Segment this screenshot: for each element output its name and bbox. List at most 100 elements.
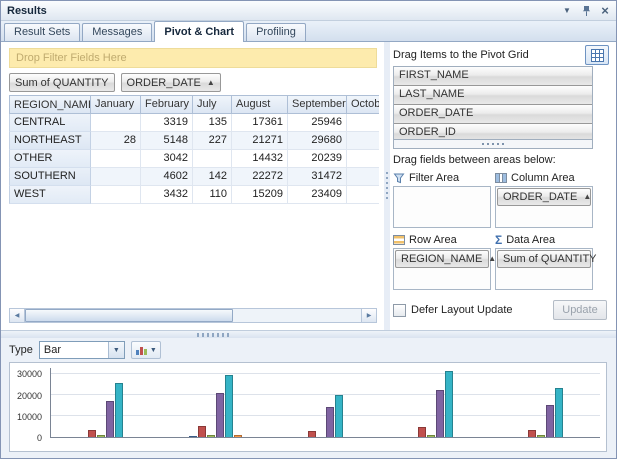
cell (347, 168, 379, 186)
tab-profiling[interactable]: Profiling (246, 23, 306, 41)
chart-type-value: Bar (40, 342, 108, 358)
close-button[interactable]: × (597, 3, 613, 18)
field-item-last-name[interactable]: LAST_NAME (394, 86, 592, 105)
bar-group-central (79, 368, 132, 437)
pivot-grid-area: Drop Filter Fields Here Sum of QUANTITY … (1, 42, 384, 330)
cell (91, 114, 141, 132)
tab-messages[interactable]: Messages (82, 23, 152, 41)
funnel-icon (393, 172, 405, 184)
mini-bar-chart-icon (135, 344, 148, 356)
row-field-header[interactable]: REGION_NAME ▲ (9, 95, 91, 114)
close-icon: × (601, 3, 609, 18)
bar-september-other (335, 395, 343, 437)
cell: 14432 (232, 150, 288, 168)
column-header-january[interactable]: January (91, 95, 141, 114)
column-header-october[interactable]: October (347, 95, 379, 114)
cell (91, 150, 141, 168)
data-area-field[interactable]: Sum of QUANTITY (497, 250, 591, 268)
sort-asc-icon: ▲ (207, 79, 215, 87)
tab-result-sets[interactable]: Result Sets (4, 23, 80, 41)
scrollbar-thumb[interactable] (25, 309, 233, 322)
bar-group-west (519, 368, 572, 437)
field-item-order-date[interactable]: ORDER_DATE (394, 105, 592, 124)
combo-arrow-button[interactable]: ▼ (108, 342, 124, 358)
splitter-grip-icon (386, 172, 388, 200)
sigma-icon: Σ (495, 234, 502, 246)
scroll-left-button[interactable]: ◀ (10, 309, 25, 322)
field-list-resize-handle[interactable] (393, 140, 593, 149)
column-header-august[interactable]: August (232, 95, 288, 114)
cell: 21271 (232, 132, 288, 150)
update-button[interactable]: Update (553, 300, 607, 320)
row-area-box[interactable]: REGION_NAME ▲ (393, 248, 491, 290)
column-field-button[interactable]: ORDER_DATE ▲ (121, 73, 221, 92)
bar-july-southern (427, 435, 435, 437)
bar-september-northeast (225, 375, 233, 437)
title-bar: Results ▼ × (1, 1, 616, 21)
bar-chart: 0100002000030000 (9, 362, 607, 452)
cell (347, 114, 379, 132)
column-area-box[interactable]: ORDER_DATE ▲ (495, 186, 593, 228)
horizontal-scrollbar[interactable]: ◀ ▶ (9, 308, 377, 323)
cell (347, 132, 379, 150)
chevron-down-icon: ▼ (113, 347, 120, 354)
horizontal-splitter[interactable] (1, 330, 616, 338)
tab-pivot-chart[interactable]: Pivot & Chart (154, 21, 244, 42)
chart-section: Type Bar ▼ ▼ 0100002000030000 (1, 338, 616, 458)
bar-july-west (537, 435, 545, 437)
chart-options-button[interactable]: ▼ (131, 341, 161, 359)
column-header-july[interactable]: July (193, 95, 232, 114)
bar-august-central (106, 401, 114, 437)
column-header-september[interactable]: September (288, 95, 347, 114)
cell: 15209 (232, 186, 288, 204)
column-area-field[interactable]: ORDER_DATE ▲ (497, 188, 591, 206)
defer-layout-checkbox[interactable] (393, 304, 406, 317)
bar-february-southern (418, 427, 426, 437)
pivot-field-buttons: Sum of QUANTITY ORDER_DATE ▲ (9, 73, 221, 92)
column-header-february[interactable]: February (141, 95, 193, 114)
pivot-table: REGION_NAME ▲ January February July Augu… (9, 95, 379, 204)
filter-area-box[interactable] (393, 186, 491, 228)
cell (91, 186, 141, 204)
bar-group-northeast (189, 368, 242, 437)
cell: 31472 (288, 168, 347, 186)
row-area-field[interactable]: REGION_NAME ▲ (395, 250, 489, 268)
window-position-button[interactable]: ▼ (559, 3, 575, 18)
panel-title: Results (1, 5, 559, 17)
field-item-order-id[interactable]: ORDER_ID (394, 124, 592, 140)
bar-august-southern (436, 390, 444, 437)
row-header-northeast[interactable]: NORTHEAST (9, 132, 91, 150)
cell: 25946 (288, 114, 347, 132)
table-row: SOUTHERN 4602 142 22272 31472 (9, 168, 379, 186)
defer-layout-row: Defer Layout Update Update (393, 300, 607, 320)
cell: 227 (193, 132, 232, 150)
results-panel: Results ▼ × Result Sets Messages Pivot &… (0, 0, 617, 459)
cell (91, 168, 141, 186)
chart-type-select[interactable]: Bar ▼ (39, 341, 125, 359)
columns-icon (495, 172, 507, 184)
row-header-southern[interactable]: SOUTHERN (9, 168, 91, 186)
pivot-grid-layout-button[interactable] (585, 45, 609, 65)
drop-filter-zone[interactable]: Drop Filter Fields Here (9, 48, 377, 68)
field-item-first-name[interactable]: FIRST_NAME (394, 67, 592, 86)
scrollbar-track[interactable] (25, 309, 361, 322)
grip-dots-icon (482, 143, 504, 145)
scroll-right-button[interactable]: ▶ (361, 309, 376, 322)
chart-type-label: Type (9, 344, 33, 356)
row-header-west[interactable]: WEST (9, 186, 91, 204)
y-tick-label: 10000 (17, 412, 42, 422)
column-area: Column Area ORDER_DATE ▲ (495, 170, 593, 228)
cell: 3319 (141, 114, 193, 132)
bar-august-other (326, 407, 334, 437)
bar-group-southern (409, 368, 462, 437)
pivot-areas: Filter Area Column Area ORDER_DATE ▲ (393, 170, 593, 290)
row-header-other[interactable]: OTHER (9, 150, 91, 168)
cell: 22272 (232, 168, 288, 186)
pin-button[interactable] (578, 3, 594, 18)
data-area-box[interactable]: Sum of QUANTITY (495, 248, 593, 290)
filter-area-label: Filter Area (409, 172, 459, 184)
grid-icon (591, 49, 604, 62)
bar-february-west (528, 430, 536, 437)
row-header-central[interactable]: CENTRAL (9, 114, 91, 132)
data-field-button[interactable]: Sum of QUANTITY (9, 73, 115, 92)
